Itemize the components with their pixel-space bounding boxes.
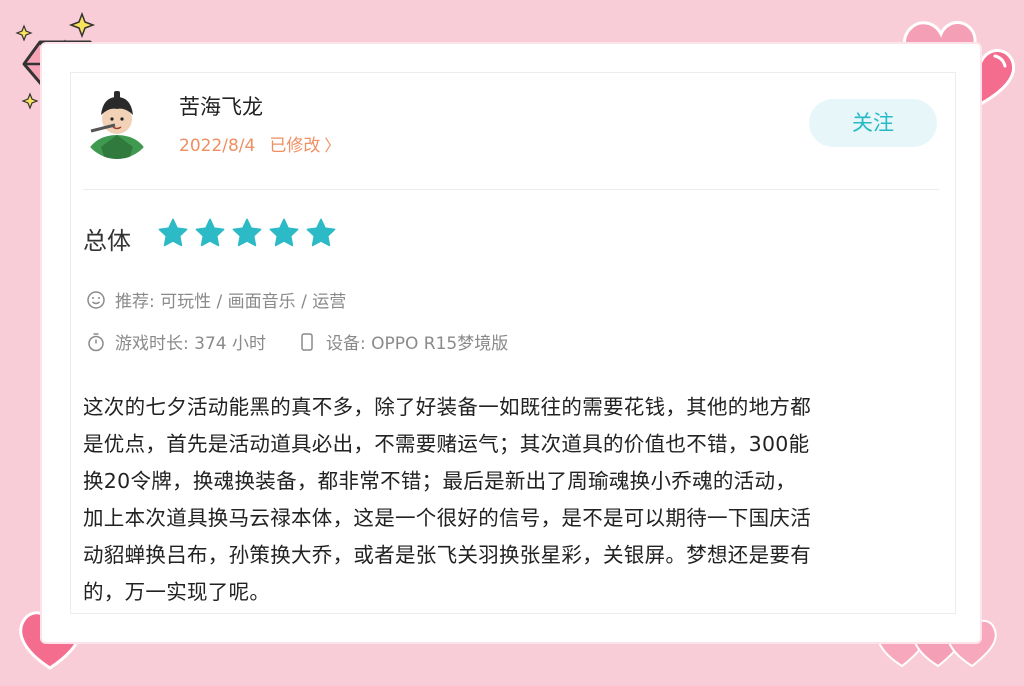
- star-icon: [158, 218, 188, 247]
- review-line: 换20令牌，换魂换装备，都非常不错；最后是新出了周瑜魂换小乔魂的活动，: [83, 469, 797, 493]
- review-card: 苦海飞龙 2022/8/4 已修改〉 关注 总体 推荐: 可玩性 / 画面音乐 /…: [70, 72, 956, 614]
- playtime-text: 游戏时长: 374 小时: [115, 334, 266, 354]
- star-rating: [157, 217, 337, 249]
- edited-link[interactable]: 已修改: [269, 136, 320, 156]
- divider: [83, 189, 939, 190]
- chevron-right-icon[interactable]: 〉: [324, 136, 340, 155]
- star-icon: [232, 218, 262, 247]
- smiley-icon: [85, 289, 107, 311]
- device-text: 设备: OPPO R15梦境版: [325, 334, 509, 354]
- stopwatch-icon: [85, 331, 107, 353]
- follow-button[interactable]: 关注: [809, 99, 937, 147]
- avatar[interactable]: [81, 87, 153, 159]
- recommend-text: 推荐: 可玩性 / 画面音乐 / 运营: [115, 292, 347, 312]
- star-icon: [306, 218, 336, 247]
- post-date: 2022/8/4: [179, 136, 256, 156]
- star-icon: [195, 218, 225, 247]
- review-line: 加上本次道具换马云禄本体，这是一个很好的信号，是不是可以期待一下国庆活: [83, 506, 811, 530]
- recommend-line: 推荐: 可玩性 / 画面音乐 / 运营: [85, 287, 346, 312]
- star-icon: [269, 218, 299, 247]
- username[interactable]: 苦海飞龙: [179, 91, 263, 121]
- rating-label: 总体: [83, 227, 131, 255]
- playtime-device-line: 游戏时长: 374 小时 设备: OPPO R15梦境版: [85, 329, 508, 354]
- review-line: 动貂蝉换吕布，孙策换大乔，或者是张飞关羽换张星彩，关银屏。梦想还是要有: [83, 543, 811, 567]
- review-line: 是优点，首先是活动道具必出，不需要赌运气；其次道具的价值也不错，300能: [83, 432, 810, 456]
- post-meta: 2022/8/4 已修改〉: [179, 131, 340, 156]
- review-line: 的，万一实现了呢。: [83, 580, 271, 604]
- review-text: 这次的七夕活动能黑的真不多，除了好装备一如既往的需要花钱，其他的地方都 是优点，…: [83, 389, 943, 611]
- phone-icon: [296, 331, 318, 353]
- review-line: 这次的七夕活动能黑的真不多，除了好装备一如既往的需要花钱，其他的地方都: [83, 395, 811, 419]
